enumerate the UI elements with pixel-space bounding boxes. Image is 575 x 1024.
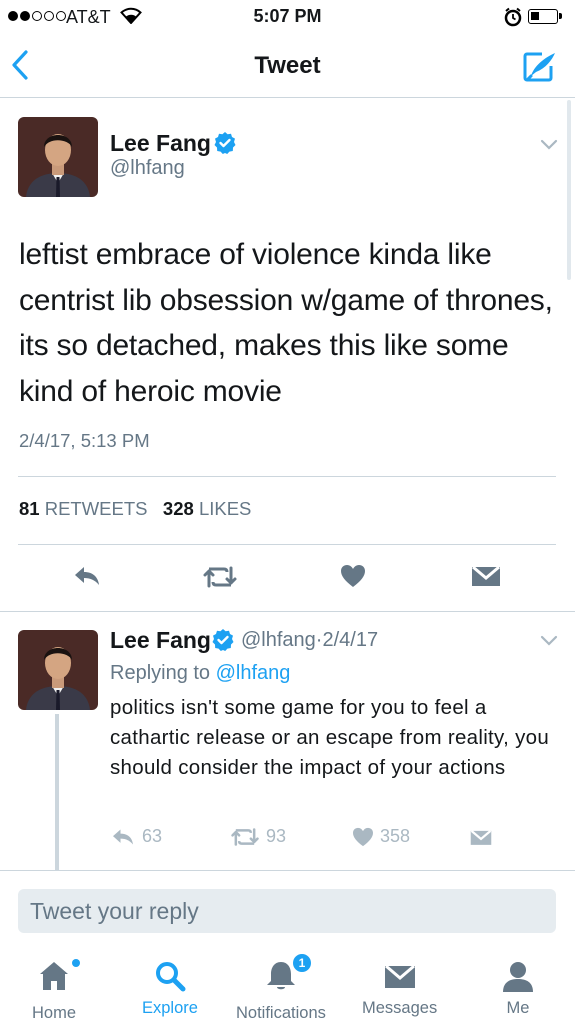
verified-badge-icon [212,629,234,651]
avatar[interactable] [18,117,98,197]
compose-tweet-icon[interactable] [522,48,558,84]
search-icon [155,962,186,992]
reply-count: 63 [142,826,163,846]
tweet-timestamp: 2/4/17, 5:13 PM [19,430,150,451]
divider [0,611,575,612]
thread-line [55,714,59,870]
reply-icon [113,829,133,844]
messages-envelope-icon [384,964,415,988]
author-handle[interactable]: @lhfang [110,157,185,180]
new-content-dot [72,959,80,967]
chevron-down-icon[interactable] [540,139,558,151]
direct-message-icon[interactable] [471,565,501,587]
reply-author-handle[interactable]: @lhfang [241,629,316,651]
tab-notifications[interactable]: 1 Notifications [236,952,326,1023]
chevron-down-icon[interactable] [540,635,558,647]
battery-icon [528,9,558,24]
alarm-icon [504,7,522,27]
like-heart-icon[interactable] [340,564,366,588]
tweet-stats: 81 RETWEETS 328 LIKES [19,498,251,520]
reply-handle-date: @lhfang·2/4/17 [241,629,379,651]
verified-badge-icon [214,132,236,154]
tab-me[interactable]: Me [500,958,536,1018]
divider [0,870,575,871]
author-name[interactable]: Lee Fang [110,130,211,157]
retweet-icon[interactable] [202,565,238,589]
profile-person-icon [503,962,533,992]
reply-tweet-text: politics isn't some game for you to feel… [110,696,550,779]
like-action[interactable]: 358 [352,826,410,847]
nav-bar: Tweet [0,34,575,98]
tab-home[interactable]: Home [32,958,80,1023]
divider [18,476,556,477]
replying-to-label: Replying to @lhfang [110,662,291,684]
tab-messages[interactable]: Messages [362,958,437,1018]
reply-author-name[interactable]: Lee Fang [110,627,211,654]
retweets-stat[interactable]: 81 RETWEETS [19,498,148,519]
reply-input[interactable]: Tweet your reply [18,889,556,933]
retweet-count: 93 [266,826,287,846]
reply-action[interactable]: 63 [110,826,162,847]
page-title: Tweet [254,52,321,79]
likes-stat[interactable]: 328 LIKES [163,498,251,519]
retweet-action[interactable]: 93 [230,826,286,847]
divider [18,544,556,545]
home-icon [40,962,68,990]
scrollbar[interactable] [567,100,571,280]
status-bar: AT&T 5:07 PM [0,0,575,34]
clock: 5:07 PM [253,6,322,26]
reply-date: 2/4/17 [322,629,379,651]
direct-message-icon[interactable] [470,829,492,846]
tab-explore[interactable]: Explore [142,958,198,1018]
notifications-badge: 1 [290,952,313,974]
reply-icon[interactable] [72,564,102,588]
like-heart-icon [353,827,373,846]
replying-to-link[interactable]: @lhfang [216,662,291,684]
retweet-icon [231,827,259,846]
like-count: 358 [380,826,411,846]
tweet-text: leftist embrace of violence kinda like c… [19,238,553,408]
avatar[interactable] [18,630,98,710]
